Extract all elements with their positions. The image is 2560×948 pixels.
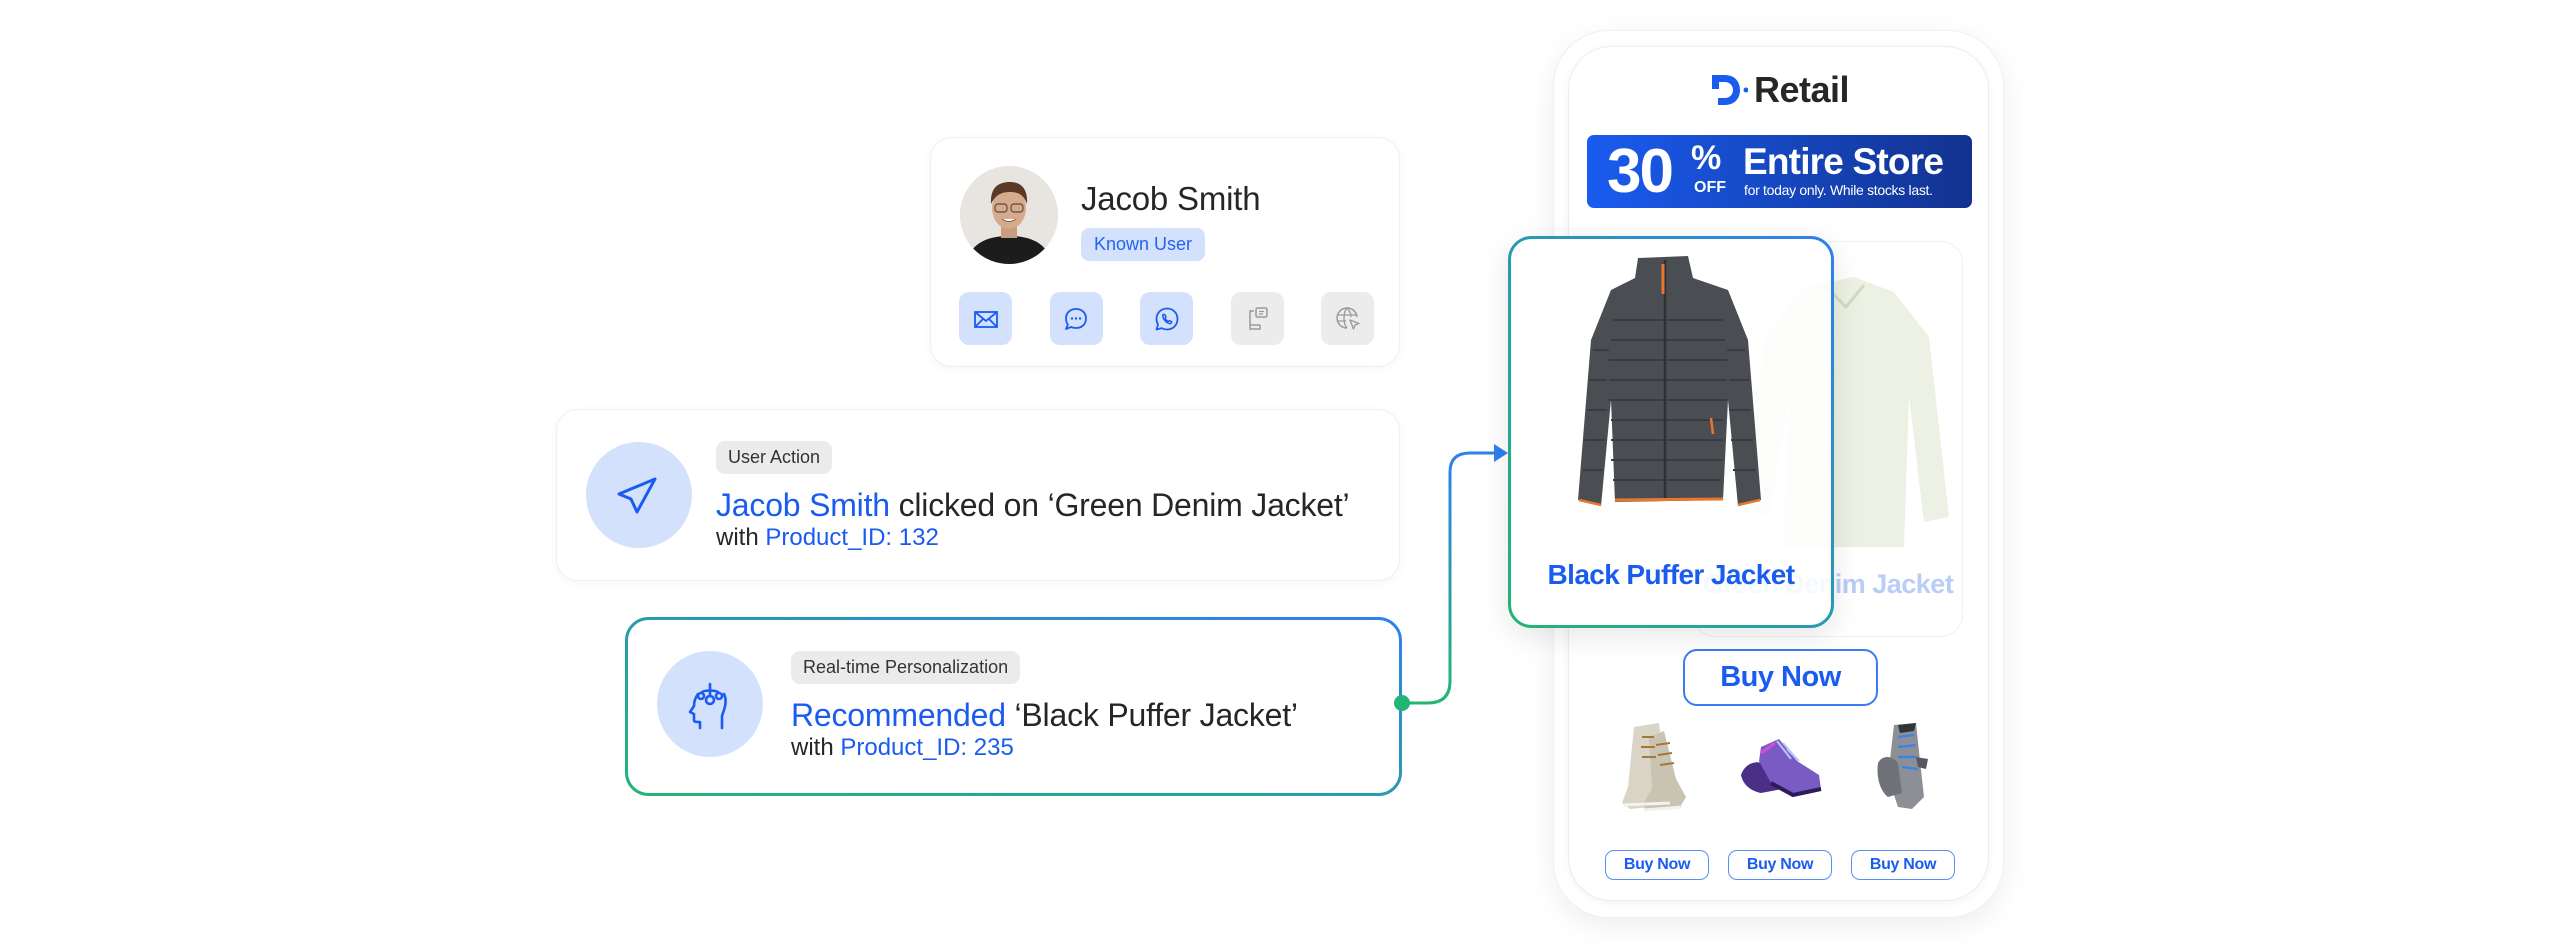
user-action-card: User Action Jacob Smith clicked on ‘Gree… [556, 409, 1400, 581]
user-name: Jacob Smith [1081, 180, 1261, 217]
personalization-tag: Real-time Personalization [791, 651, 1021, 684]
promo-title: Entire Store [1743, 141, 1944, 182]
promo-percent: % [1691, 139, 1722, 177]
promo-banner[interactable]: 30 % OFF Entire Store for today only. Wh… [1587, 135, 1972, 208]
shoe-item[interactable] [1858, 717, 1954, 817]
promo-subtitle: for today only. While stocks last. [1744, 182, 1933, 198]
recommendation-product-id: Product_ID: 235 [840, 734, 1014, 761]
known-user-badge: Known User [1081, 228, 1206, 261]
channel-list [959, 292, 1374, 345]
recommended-verb: Recommended [791, 697, 1006, 733]
brand-logo-icon [1711, 75, 1748, 105]
shoe-recommendations [1604, 717, 1954, 817]
buy-now-button[interactable]: Buy Now [1683, 649, 1878, 706]
envelope-icon [973, 310, 998, 328]
navigation-arrow-icon [617, 477, 657, 514]
channel-web[interactable] [1321, 292, 1374, 345]
flow-connector [1394, 444, 1508, 711]
recommended-product-card[interactable]: Black Puffer Jacket [1508, 236, 1834, 628]
shoe-buy-now-button[interactable]: Buy Now [1728, 850, 1832, 880]
black-puffer-jacket-image [1578, 256, 1761, 507]
channel-email[interactable] [959, 292, 1012, 345]
with-prefix: with [791, 734, 841, 761]
purple-sneaker-image [1741, 739, 1822, 798]
action-subline: with Product_ID: 132 [716, 524, 939, 552]
action-icon-circle [586, 442, 692, 548]
user-profile-card: Jacob Smith Known User [930, 137, 1400, 367]
connector-path [1402, 451, 1498, 705]
channel-chat[interactable] [1049, 292, 1103, 345]
shoe-item[interactable] [1731, 717, 1827, 817]
recommended-product-name: Black Puffer Jacket [1547, 559, 1796, 590]
shoe-buy-now-button[interactable]: Buy Now [1605, 850, 1709, 880]
promo-amount: 30 [1607, 137, 1674, 206]
recommended-item: ‘Black Puffer Jacket’ [1005, 697, 1299, 733]
globe-cursor-icon [1335, 306, 1360, 330]
user-action-tag: User Action [716, 441, 833, 474]
avatar [960, 166, 1058, 264]
brain-head-icon [688, 682, 727, 730]
channel-whatsapp[interactable] [1140, 292, 1193, 345]
personalization-icon-circle [657, 651, 763, 757]
shoe-item[interactable] [1604, 717, 1700, 817]
connector-arrowhead [1494, 444, 1508, 462]
action-headline: Jacob Smith clicked on ‘Green Denim Jack… [716, 487, 1350, 524]
action-actor[interactable]: Jacob Smith [716, 487, 890, 523]
brand-name: Retail [1753, 69, 1850, 110]
chat-bubble-icon [1065, 307, 1087, 330]
whatsapp-icon [1155, 307, 1178, 330]
personalization-card: Real-time Personalization Recommended ‘B… [625, 617, 1402, 796]
user-photo-icon [960, 166, 1058, 264]
beige-high-top-sneaker-image [1622, 723, 1686, 812]
recommendation-headline: Recommended ‘Black Puffer Jacket’ [791, 697, 1298, 734]
mobile-message-icon [1249, 306, 1268, 330]
channel-in-app[interactable] [1230, 292, 1284, 345]
action-product-id: Product_ID: 132 [765, 524, 939, 551]
retail-logo: Retail [1569, 69, 1988, 111]
connector-start-dot [1394, 695, 1410, 711]
shoe-buy-now-button[interactable]: Buy Now [1851, 850, 1955, 880]
with-prefix: with [716, 524, 766, 551]
promo-off: OFF [1694, 179, 1726, 196]
recommendation-subline: with Product_ID: 235 [791, 734, 1014, 762]
action-text: clicked on ‘Green Denim Jacket’ [889, 487, 1350, 523]
grey-running-shoe-image [1877, 723, 1928, 809]
shoe-buy-buttons: Buy Now Buy Now Buy Now [1605, 850, 1955, 880]
